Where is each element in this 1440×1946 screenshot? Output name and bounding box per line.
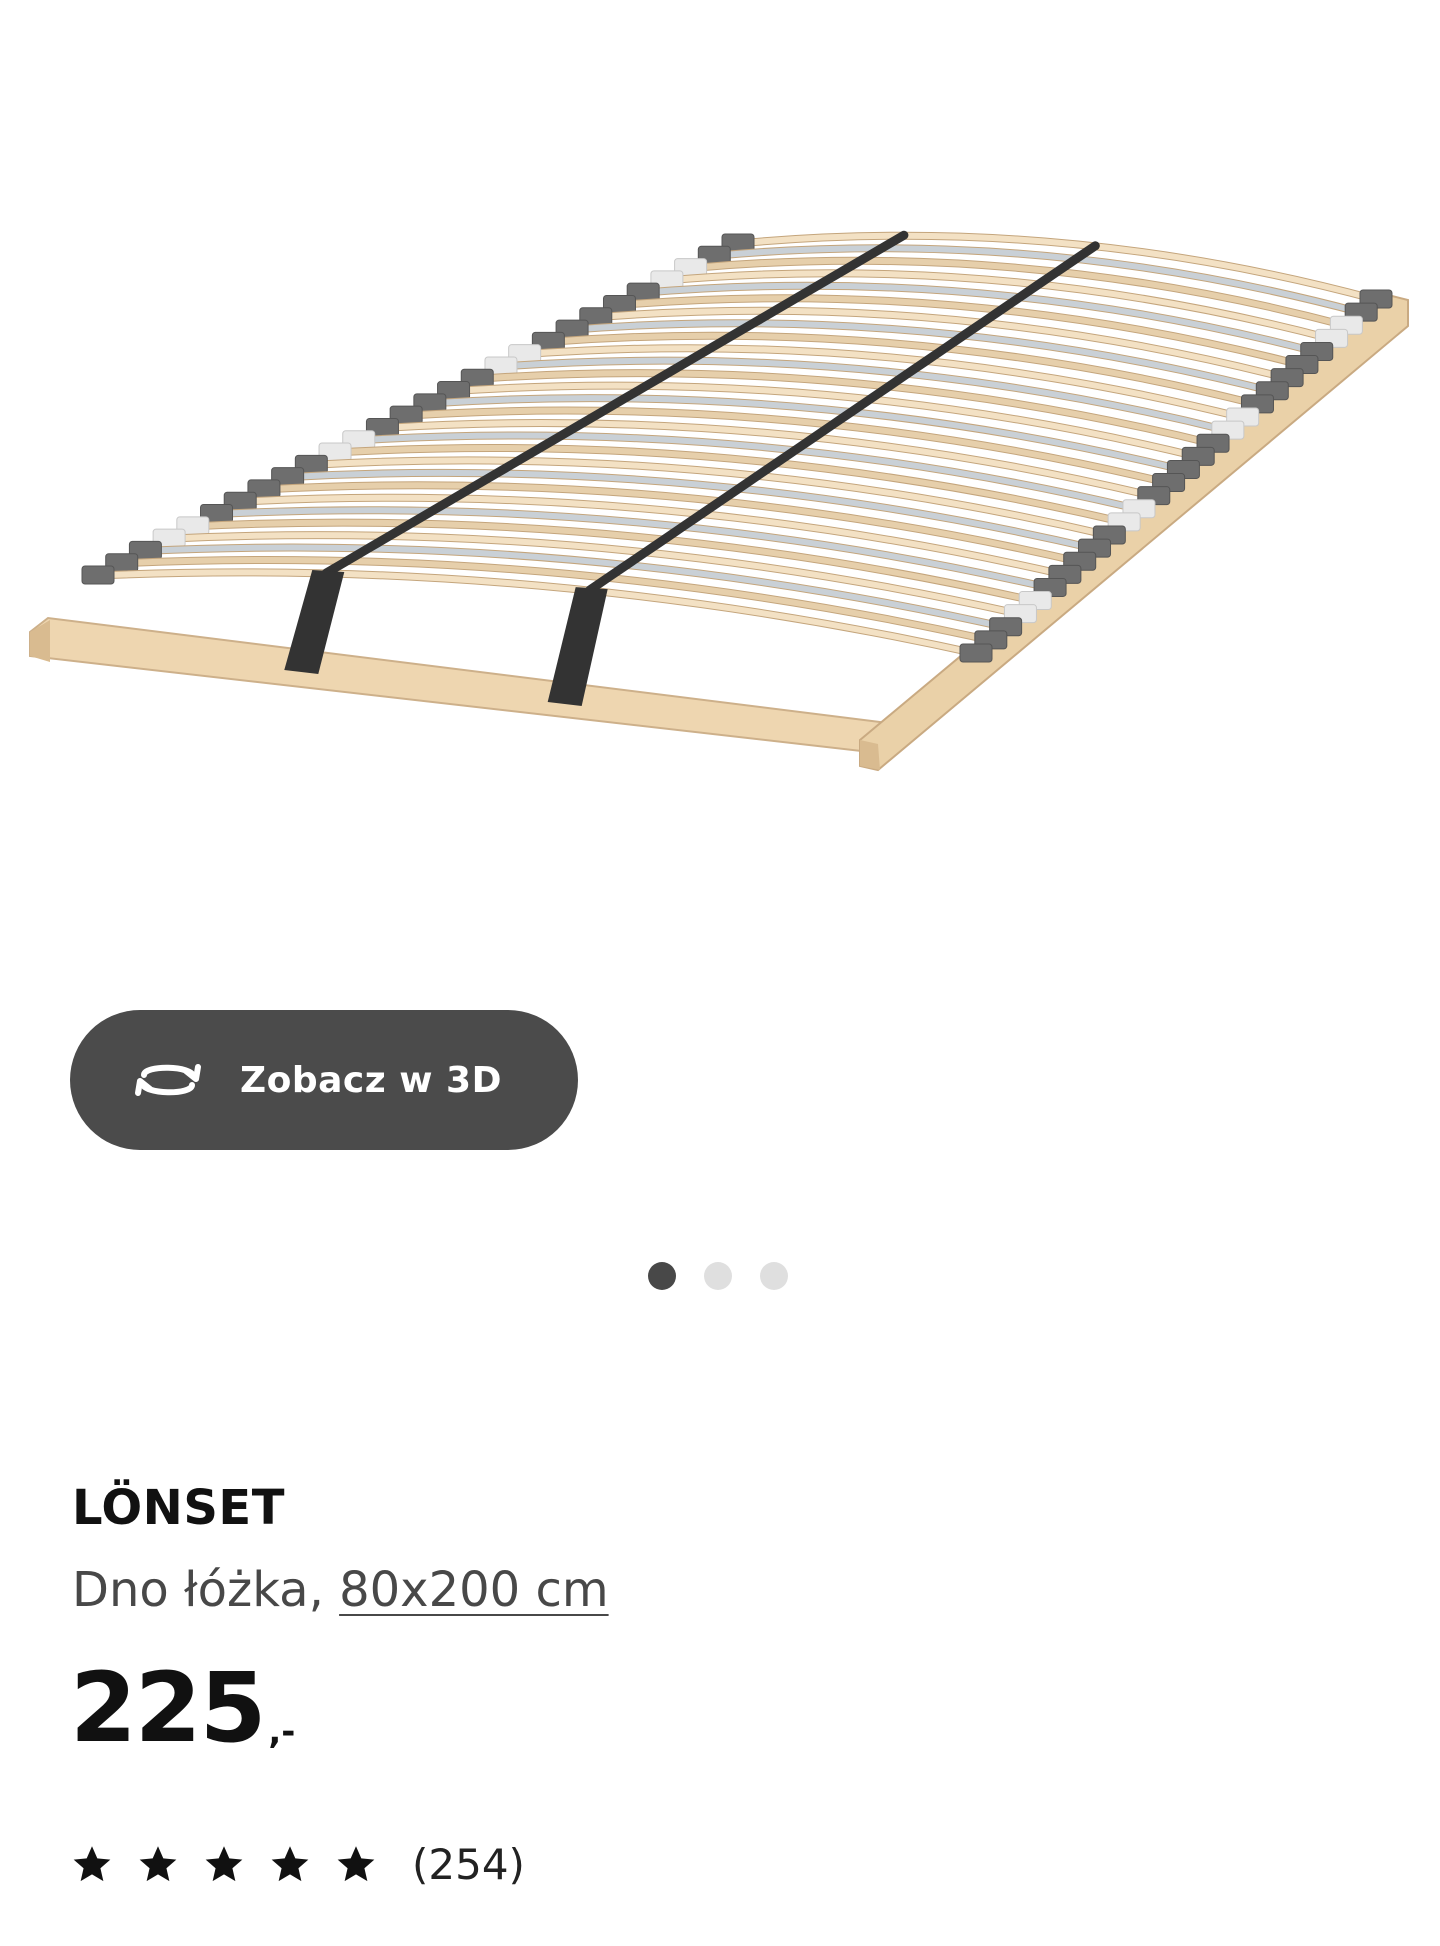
- slatted-bed-base-illustration: [29, 230, 1409, 772]
- price-integer: 225: [70, 1652, 266, 1764]
- slat-holder-right: [959, 643, 993, 663]
- product-name: LÖNSET: [72, 1480, 285, 1536]
- carousel-pagination: [648, 1262, 788, 1290]
- product-rating[interactable]: (254): [70, 1840, 525, 1889]
- product-description: Dno łóżka, 80x200 cm: [72, 1562, 609, 1618]
- carousel-dot-2[interactable]: [704, 1262, 732, 1290]
- carousel-dot-1[interactable]: [648, 1262, 676, 1290]
- frame-corner-right: [860, 740, 880, 770]
- star-icon: [271, 1845, 309, 1881]
- slat-holder-left: [81, 565, 115, 585]
- star-icon: [139, 1845, 177, 1881]
- size-link[interactable]: 80x200 cm: [339, 1562, 609, 1618]
- star-icon: [337, 1845, 375, 1881]
- product-image[interactable]: [0, 0, 1440, 960]
- view-3d-button[interactable]: Zobacz w 3D: [70, 1010, 578, 1150]
- product-page: Zobacz w 3D LÖNSET Dno łóżka, 80x200 cm …: [0, 0, 1440, 1946]
- star-icon: [73, 1845, 111, 1881]
- front-frame-rail: [29, 616, 881, 754]
- slats-group: [81, 231, 1393, 663]
- rotate-3d-icon: [132, 1055, 204, 1105]
- price-suffix: ,-: [268, 1712, 296, 1752]
- view-3d-label: Zobacz w 3D: [240, 1059, 502, 1101]
- star-icon: [205, 1845, 243, 1881]
- review-count: (254): [412, 1840, 525, 1889]
- rating-stars: [70, 1843, 378, 1887]
- product-type: Dno łóżka,: [72, 1562, 340, 1618]
- carousel-dot-3[interactable]: [760, 1262, 788, 1290]
- product-price: 225 ,-: [70, 1660, 295, 1756]
- frame-corner-left: [30, 620, 50, 662]
